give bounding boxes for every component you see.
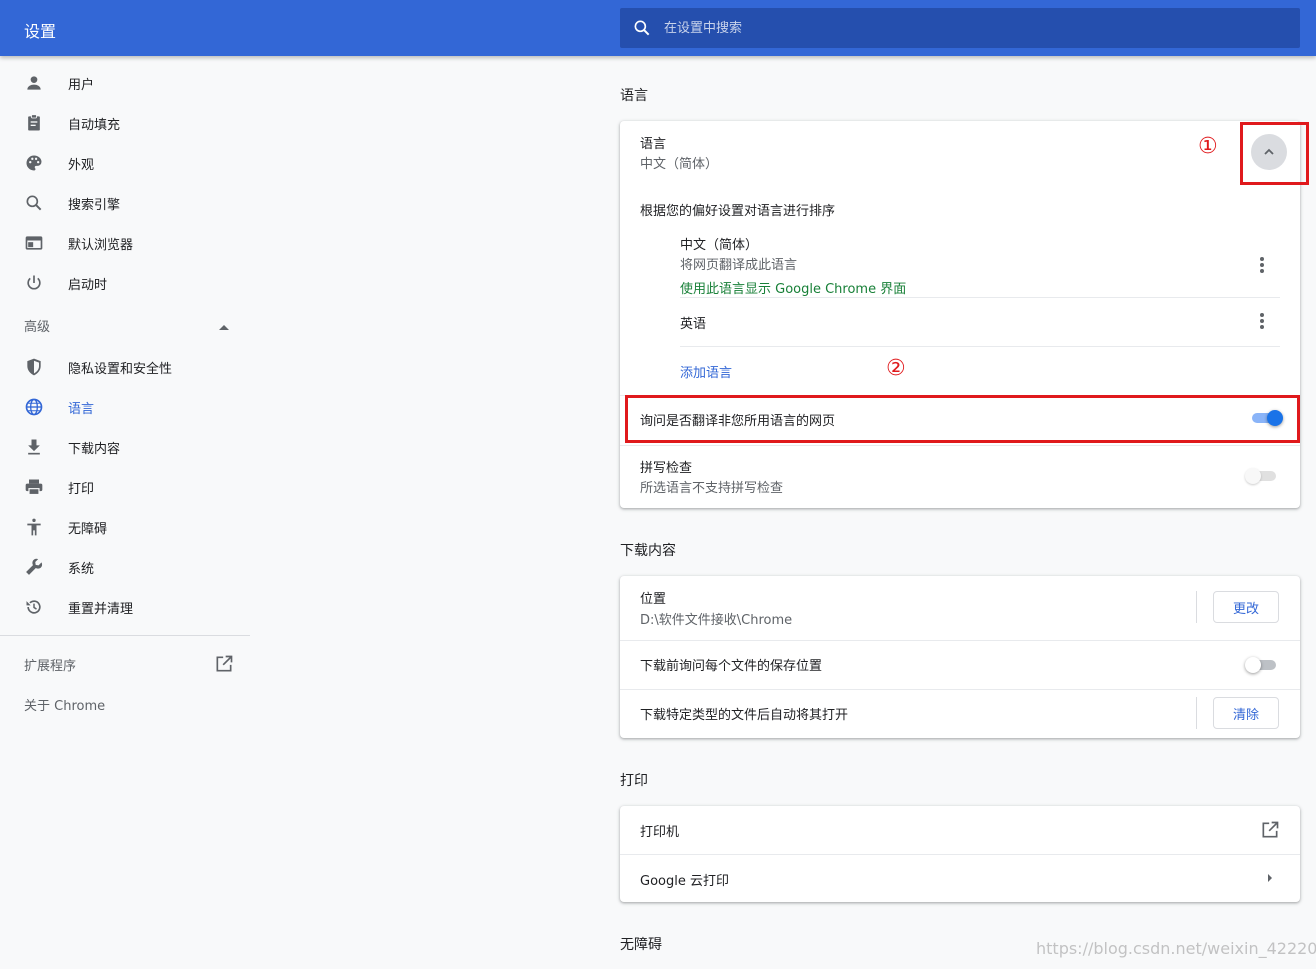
download-location-label: 位置	[640, 592, 667, 607]
language-name: 英语	[680, 317, 707, 332]
language-header-value: 中文（简体）	[640, 157, 719, 172]
download-location-value: D:\软件文件接收\Chrome	[640, 613, 793, 628]
row-divider	[680, 297, 1280, 298]
row-divider	[680, 346, 1280, 347]
sidebar-item-label: 自动填充	[68, 117, 121, 133]
sidebar-divider	[0, 635, 250, 636]
vertical-separator	[1196, 591, 1197, 623]
sidebar-item-people[interactable]: 用户	[0, 63, 250, 103]
language-header-title: 语言	[640, 137, 667, 152]
annotation-mark-1: ①	[1198, 134, 1218, 159]
annotation-box-2	[625, 395, 1300, 443]
page-title: 设置	[24, 22, 57, 41]
cloud-print-row[interactable]: Google 云打印	[640, 870, 729, 889]
sidebar-item-label: 下载内容	[68, 441, 121, 457]
language-translate-note: 将网页翻译成此语言	[680, 258, 798, 273]
section-title-downloads: 下载内容	[620, 543, 676, 559]
row-divider	[620, 640, 1300, 641]
more-vert-icon[interactable]	[1252, 255, 1272, 275]
sidebar-item-extensions[interactable]: 扩展程序	[0, 644, 250, 684]
section-title-accessibility: 无障碍	[620, 937, 662, 953]
sidebar-section-label: 高级	[24, 319, 51, 335]
watermark-text: https://blog.csdn.net/weixin_42220130	[1036, 939, 1316, 958]
language-ui-note[interactable]: 使用此语言显示 Google Chrome 界面	[680, 278, 906, 297]
accessibility-icon	[24, 517, 44, 537]
printers-row[interactable]: 打印机	[640, 821, 679, 840]
sidebar-item-languages[interactable]: 语言	[0, 387, 250, 427]
history-icon	[24, 597, 44, 617]
annotation-box-1	[1240, 122, 1309, 185]
sidebar-item-label: 搜索引擎	[68, 197, 121, 213]
search-box[interactable]	[620, 8, 1300, 48]
language-sort-caption: 根据您的偏好设置对语言进行排序	[640, 204, 836, 219]
change-location-button[interactable]: 更改	[1213, 591, 1279, 623]
annotation-mark-2: ②	[886, 356, 906, 381]
row-divider	[620, 689, 1300, 690]
sidebar-item-about-chrome[interactable]: 关于 Chrome	[0, 684, 250, 724]
sidebar-item-label: 外观	[68, 157, 95, 173]
sidebar-item-label: 系统	[68, 561, 95, 577]
section-title-printing: 打印	[620, 773, 648, 789]
power-icon	[24, 273, 44, 293]
row-divider	[620, 854, 1300, 855]
palette-icon	[24, 153, 44, 173]
sidebar-item-accessibility[interactable]: 无障碍	[0, 507, 250, 547]
search-icon	[632, 18, 652, 42]
languages-card: 语言 中文（简体） 根据您的偏好设置对语言进行排序 中文（简体） 将网页翻译成此…	[620, 121, 1300, 508]
sidebar-item-label: 启动时	[68, 277, 108, 293]
person-icon	[24, 73, 44, 93]
sidebar-item-label: 语言	[68, 401, 95, 417]
clear-auto-open-button[interactable]: 清除	[1213, 697, 1279, 729]
ask-save-location-toggle[interactable]	[1245, 655, 1279, 675]
search-icon	[24, 193, 44, 213]
open-in-new-icon[interactable]	[1260, 820, 1280, 844]
browser-window-icon	[24, 233, 44, 253]
wrench-icon	[24, 557, 44, 577]
caret-up-icon	[218, 321, 230, 336]
sidebar-advanced-toggle[interactable]: 高级	[0, 303, 250, 347]
row-divider	[620, 445, 1300, 446]
sidebar-item-label: 默认浏览器	[68, 237, 134, 253]
downloads-card: 位置 D:\软件文件接收\Chrome 更改 下载前询问每个文件的保存位置 下载…	[620, 576, 1300, 738]
sidebar-item-downloads[interactable]: 下载内容	[0, 427, 250, 467]
download-icon	[24, 437, 44, 457]
sidebar-item-appearance[interactable]: 外观	[0, 143, 250, 183]
language-name: 中文（简体）	[680, 238, 759, 253]
globe-icon	[24, 397, 44, 417]
clipboard-icon	[24, 113, 44, 133]
more-vert-icon[interactable]	[1252, 311, 1272, 331]
sidebar: 用户 自动填充 外观 搜索引擎 默认浏览器 启动时 高级 隐私设置和安全性 语言…	[0, 56, 250, 724]
ask-save-location-label: 下载前询问每个文件的保存位置	[640, 659, 823, 674]
add-language-link[interactable]: 添加语言	[680, 362, 732, 381]
sidebar-item-label: 重置并清理	[68, 601, 134, 617]
printer-icon	[24, 477, 44, 497]
shield-icon	[24, 357, 44, 377]
sidebar-item-default-browser[interactable]: 默认浏览器	[0, 223, 250, 263]
vertical-separator	[1196, 697, 1197, 729]
sidebar-item-label: 隐私设置和安全性	[68, 361, 173, 377]
sidebar-item-label: 无障碍	[68, 521, 108, 537]
sidebar-item-label: 用户	[68, 77, 95, 93]
sidebar-item-printing[interactable]: 打印	[0, 467, 250, 507]
auto-open-label: 下载特定类型的文件后自动将其打开	[640, 708, 849, 723]
spellcheck-title: 拼写检查	[640, 461, 693, 476]
top-bar: 设置	[0, 0, 1316, 56]
sidebar-item-label: 打印	[68, 481, 95, 497]
spellcheck-toggle[interactable]	[1245, 466, 1279, 486]
sidebar-item-search-engine[interactable]: 搜索引擎	[0, 183, 250, 223]
open-in-new-icon	[214, 654, 234, 678]
sidebar-item-label: 关于 Chrome	[24, 698, 106, 714]
search-input[interactable]	[664, 8, 1284, 48]
sidebar-item-autofill[interactable]: 自动填充	[0, 103, 250, 143]
spellcheck-subtitle: 所选语言不支持拼写检查	[640, 481, 784, 496]
sidebar-item-reset[interactable]: 重置并清理	[0, 587, 250, 627]
sidebar-item-system[interactable]: 系统	[0, 547, 250, 587]
sidebar-item-on-startup[interactable]: 启动时	[0, 263, 250, 303]
printing-card: 打印机 Google 云打印	[620, 806, 1300, 902]
sidebar-item-privacy[interactable]: 隐私设置和安全性	[0, 347, 250, 387]
sidebar-item-label: 扩展程序	[24, 658, 77, 674]
section-title-languages: 语言	[620, 88, 648, 104]
arrow-right-icon[interactable]	[1266, 872, 1274, 888]
